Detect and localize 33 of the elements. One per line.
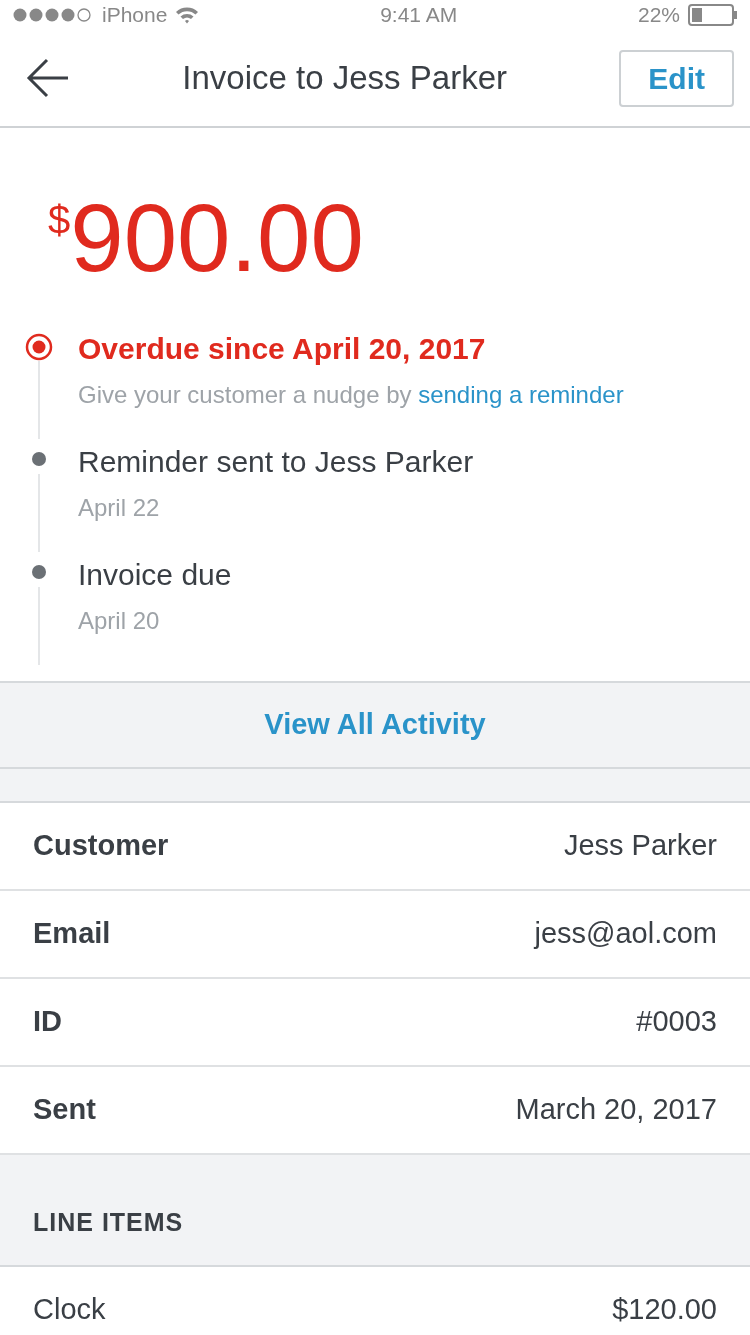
timeline-date: April 22 <box>78 493 161 523</box>
wifi-icon <box>175 6 200 24</box>
battery-icon <box>688 4 738 26</box>
line-item-price: $120.00 <box>612 1292 717 1328</box>
timeline-date: April 20 <box>78 606 161 636</box>
detail-value: jess@aol.com <box>534 916 717 952</box>
line-item-name: Clock <box>33 1292 106 1328</box>
detail-label: Sent <box>33 1092 96 1128</box>
detail-value: #0003 <box>636 1004 717 1040</box>
alert-dot-icon <box>25 333 53 361</box>
timeline-dot-icon <box>32 452 46 466</box>
battery-percent: 22% <box>637 2 680 29</box>
currency-symbol: $ <box>48 198 71 242</box>
timeline-title: Invoice due <box>78 557 232 593</box>
timeline-message: Give your customer a nudge by sending a reminder <box>78 380 624 410</box>
back-arrow-icon[interactable] <box>26 58 70 98</box>
screen-title: Invoice to Jess Parker <box>182 58 507 99</box>
view-all-activity-link[interactable]: View All Activity <box>0 681 750 769</box>
status-time: 9:41 AM <box>380 2 458 29</box>
timeline-title: Reminder sent to Jess Parker <box>78 444 474 480</box>
timeline-title: Overdue since April 20, 2017 <box>78 331 487 367</box>
timeline-dot-icon <box>32 565 46 579</box>
signal-icon <box>12 7 94 23</box>
section-heading: LINE ITEMS <box>33 1206 184 1238</box>
invoice-amount: 900.00 <box>70 184 364 291</box>
detail-value: Jess Parker <box>563 828 717 864</box>
edit-button[interactable]: Edit <box>619 49 734 107</box>
detail-label: Customer <box>33 828 169 864</box>
carrier-name: iPhone <box>102 2 168 29</box>
detail-value: March 20, 2017 <box>515 1092 717 1128</box>
detail-label: ID <box>33 1004 62 1040</box>
reminder-link[interactable]: sending a reminder <box>418 381 624 408</box>
detail-label: Email <box>33 916 111 952</box>
